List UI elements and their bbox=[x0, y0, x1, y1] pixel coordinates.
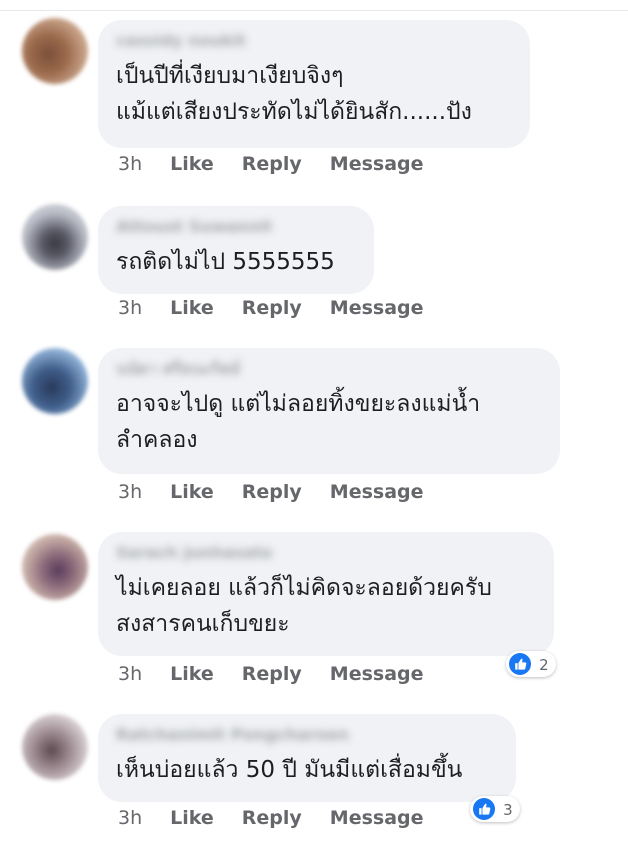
avatar[interactable] bbox=[22, 204, 88, 270]
divider bbox=[0, 10, 628, 11]
comments-screen: cassidy noukit เป็นปีที่เงียบมาเงียบจิงๆ… bbox=[0, 0, 628, 843]
thumbs-up-icon bbox=[473, 797, 495, 820]
comment-bubble: Sarach Junhasatan ไม่เคยลอย แล้วก็ไม่คิด… bbox=[98, 532, 554, 656]
comment-bubble: cassidy noukit เป็นปีที่เงียบมาเงียบจิงๆ… bbox=[98, 20, 530, 148]
reply-button[interactable]: Reply bbox=[242, 296, 302, 320]
like-button[interactable]: Like bbox=[170, 296, 214, 320]
comment-timestamp[interactable]: 3h bbox=[118, 152, 142, 176]
comment-author-name[interactable]: Sarach Junhasatan bbox=[116, 542, 271, 564]
reaction-count: 2 bbox=[539, 655, 549, 674]
message-button[interactable]: Message bbox=[330, 480, 424, 504]
comment-bubble: นนัดา ศรีธนะกิตย์ อาจจะไปดู แต่ไม่ลอยทิ้… bbox=[98, 348, 560, 474]
reaction-count: 3 bbox=[503, 800, 513, 819]
message-button[interactable]: Message bbox=[330, 806, 424, 830]
like-button[interactable]: Like bbox=[170, 662, 214, 686]
reply-button[interactable]: Reply bbox=[242, 662, 302, 686]
avatar[interactable] bbox=[22, 714, 88, 780]
comment-actions: 3h Like Reply Message bbox=[118, 296, 452, 320]
comment-timestamp[interactable]: 3h bbox=[118, 806, 142, 830]
comment-timestamp[interactable]: 3h bbox=[118, 662, 142, 686]
comment-text-line: ไม่เคยลอย แล้วก็ไม่คิดจะลอยด้วยครับ bbox=[116, 575, 492, 601]
comment-bubble: Attoust Suwannit รถติดไม่ไป 5555555 bbox=[98, 206, 374, 294]
like-button[interactable]: Like bbox=[170, 806, 214, 830]
reply-button[interactable]: Reply bbox=[242, 480, 302, 504]
message-button[interactable]: Message bbox=[330, 152, 424, 176]
avatar[interactable] bbox=[22, 534, 88, 600]
avatar[interactable] bbox=[22, 18, 88, 84]
comment-text-line: แม้แต่เสียงประทัดไม่ได้ยินสัก......ปัง bbox=[116, 99, 472, 125]
comment-actions: 3h Like Reply Message bbox=[118, 480, 452, 504]
avatar[interactable] bbox=[22, 348, 88, 414]
comment-actions: 3h Like Reply Message bbox=[118, 662, 452, 686]
reaction-badge[interactable]: 2 bbox=[506, 651, 556, 677]
comment-bubble: Ratchanimit Pongcharoen เห็นบ่อยแล้ว 50 … bbox=[98, 714, 516, 802]
comment-text-line: สงสารคนเก็บขยะ bbox=[116, 611, 290, 637]
reaction-badge[interactable]: 3 bbox=[470, 796, 520, 822]
comment-author-name[interactable]: นนัดา ศรีธนะกิตย์ bbox=[116, 358, 271, 380]
comment-timestamp[interactable]: 3h bbox=[118, 480, 142, 504]
comment-text-line: อาจจะไปดู แต่ไม่ลอยทิ้งขยะลงแม่น้ำ bbox=[116, 391, 481, 417]
reply-button[interactable]: Reply bbox=[242, 806, 302, 830]
like-button[interactable]: Like bbox=[170, 480, 214, 504]
comment-text-line: เห็นบ่อยแล้ว 50 ปี มันมีแต่เสื่อมขึ้น bbox=[116, 757, 463, 783]
comment-author-name[interactable]: Ratchanimit Pongcharoen bbox=[116, 724, 386, 746]
comment-timestamp[interactable]: 3h bbox=[118, 296, 142, 320]
comment-author-name[interactable]: cassidy noukit bbox=[116, 30, 271, 52]
like-button[interactable]: Like bbox=[170, 152, 214, 176]
message-button[interactable]: Message bbox=[330, 662, 424, 686]
thumbs-up-icon bbox=[509, 652, 531, 675]
comment-author-name[interactable]: Attoust Suwannit bbox=[116, 216, 271, 238]
comment-text-line: ลำคลอง bbox=[116, 427, 198, 453]
message-button[interactable]: Message bbox=[330, 296, 424, 320]
comment-text-line: เป็นปีที่เงียบมาเงียบจิงๆ bbox=[116, 63, 344, 89]
reply-button[interactable]: Reply bbox=[242, 152, 302, 176]
comment-text-line: รถติดไม่ไป 5555555 bbox=[116, 249, 335, 275]
comment-actions: 3h Like Reply Message bbox=[118, 152, 452, 176]
comment-actions: 3h Like Reply Message bbox=[118, 806, 452, 830]
